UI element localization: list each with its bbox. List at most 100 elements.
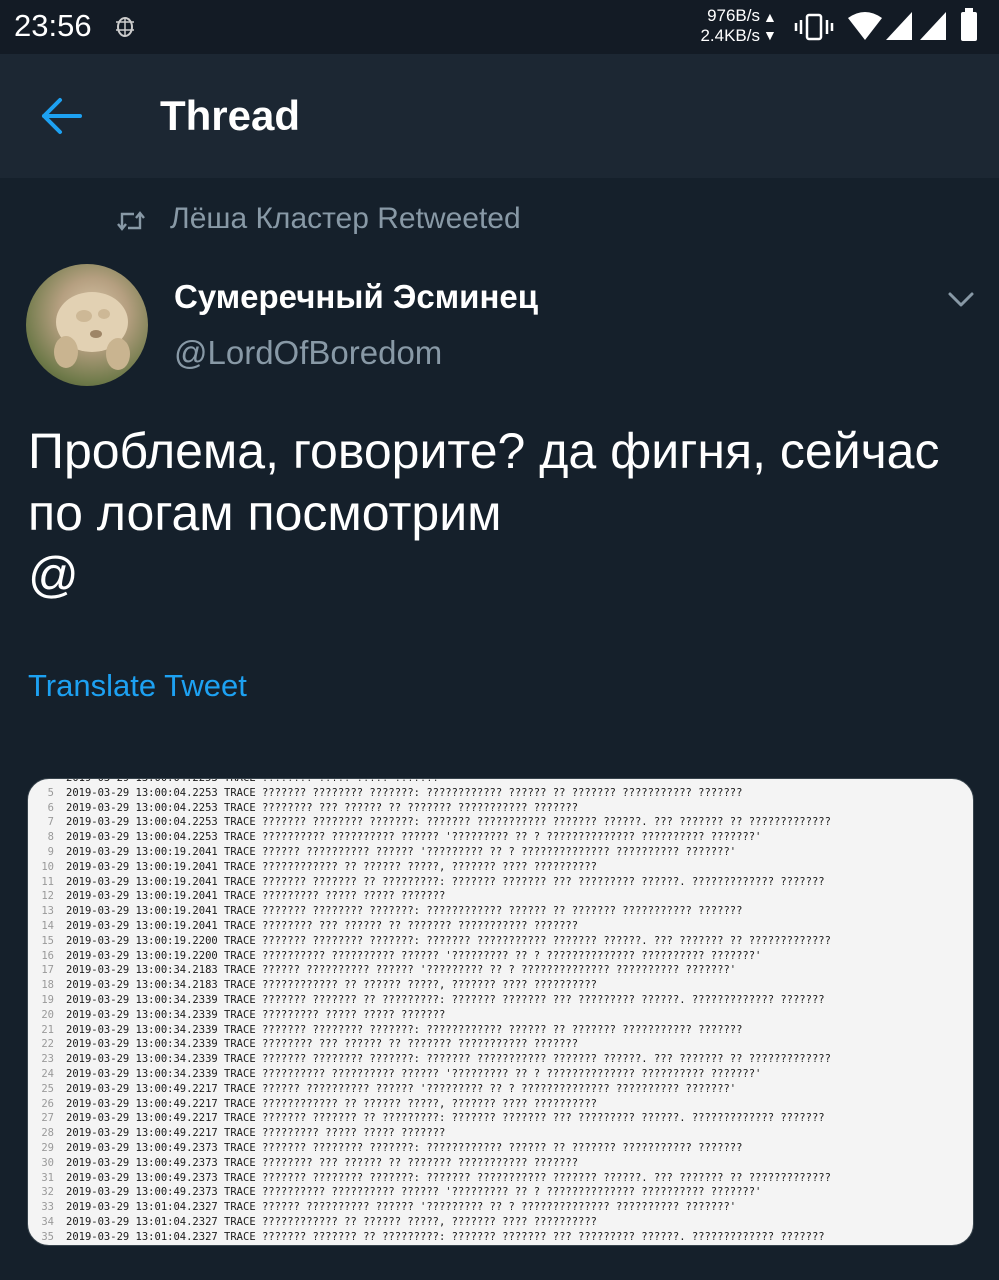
log-line-text: 2019-03-29 13:00:19.2041 TRACE ??????? ?… (66, 905, 743, 918)
log-line-text: 2019-03-29 13:01:04.2327 TRACE ?????????… (66, 1215, 598, 1228)
log-line-number: 13 (41, 905, 54, 918)
log-line: 21 2019-03-29 13:00:34.2339 TRACE ???????… (28, 1023, 973, 1038)
author-name[interactable]: Сумеречный Эсминец (174, 278, 538, 316)
log-line-number: 34 (41, 1215, 54, 1228)
log-line-number: 23 (41, 1053, 54, 1066)
log-line: 34 2019-03-29 13:01:04.2327 TRACE ???????… (28, 1215, 973, 1230)
log-line-text: 2019-03-29 13:00:19.2200 TRACE ?????????… (66, 949, 762, 962)
log-line-text: 2019-03-29 13:00:49.2373 TRACE ???????? … (66, 1156, 579, 1169)
retweet-icon (117, 211, 145, 231)
log-line-text: 2019-03-29 13:00:19.2200 TRACE ??????? ?… (66, 934, 831, 947)
log-line-number: 31 (41, 1171, 54, 1184)
log-line: 7 2019-03-29 13:00:04.2253 TRACE ??????? … (28, 815, 973, 830)
author-handle[interactable]: @LordOfBoredom (174, 334, 442, 372)
log-line: 29 2019-03-29 13:00:49.2373 TRACE ???????… (28, 1141, 973, 1156)
log-line-number (28, 779, 66, 786)
log-line: 5 2019-03-29 13:00:04.2253 TRACE ??????? … (28, 786, 973, 801)
log-line-number: 20 (41, 1008, 54, 1021)
log-line-number: 10 (41, 860, 54, 873)
log-line-text: 2019-03-29 13:00:49.2217 TRACE ?????????… (66, 1127, 446, 1140)
log-line-number: 15 (41, 934, 54, 947)
log-line-number: 27 (41, 1112, 54, 1125)
log-line-text: 2019-03-29 13:00:34.2183 TRACE ?????????… (66, 979, 598, 992)
log-line: 25 2019-03-29 13:00:49.2217 TRACE ?????? … (28, 1082, 973, 1097)
log-line-number: 33 (41, 1201, 54, 1214)
log-line-text: 2019-03-29 13:00:04.2253 TRACE ?????????… (66, 831, 762, 844)
log-line-text: 2019-03-29 13:00:19.2041 TRACE ???????? … (66, 919, 579, 932)
log-line-text: 2019-03-29 13:00:49.2373 TRACE ??????? ?… (66, 1141, 743, 1154)
log-line-text: 2019-03-29 13:00:34.2339 TRACE ???????? … (66, 1038, 579, 1051)
arrow-left-icon[interactable] (36, 92, 88, 140)
log-line-text: 2019-03-29 13:00:04.2253 TRACE ??????? ?… (66, 816, 831, 829)
signal-icon (886, 12, 912, 40)
chevron-down-icon[interactable] (940, 282, 982, 318)
log-line-number: 21 (41, 1023, 54, 1036)
log-line-number: 8 (47, 831, 54, 844)
log-line-text: 2019-03-29 13:00:19.2041 TRACE ??????? ?… (66, 875, 825, 888)
log-line-text: 2019-03-29 13:00:34.2339 TRACE ??????? ?… (66, 993, 825, 1006)
log-line-number: 29 (41, 1141, 54, 1154)
log-line: 15 2019-03-29 13:00:19.2200 TRACE ???????… (28, 934, 973, 949)
log-line-number: 7 (47, 816, 54, 829)
log-line: 27 2019-03-29 13:00:49.2217 TRACE ???????… (28, 1111, 973, 1126)
log-line: 2019-03-29 13:00:04.2253 TRACE ???????? … (28, 778, 973, 786)
log-line-text: 2019-03-29 13:00:19.2041 TRACE ?????????… (66, 890, 446, 903)
tardigrade-avatar-image (54, 292, 130, 370)
log-line-number: 22 (41, 1038, 54, 1051)
tweet-text-line: @ (28, 547, 79, 603)
log-line: 18 2019-03-29 13:00:34.2183 TRACE ???????… (28, 978, 973, 993)
transfer-arrows-icon: ▲ ▼ (763, 9, 777, 43)
log-line: 23 2019-03-29 13:00:34.2339 TRACE ???????… (28, 1052, 973, 1067)
log-line-text: 2019-03-29 13:00:49.2217 TRACE ?????? ??… (66, 1082, 737, 1095)
log-line-text: 2019-03-29 13:01:04.2327 TRACE ??????? ?… (66, 1230, 825, 1243)
wifi-icon (848, 12, 882, 40)
log-line-text: 2019-03-29 13:00:04.2253 TRACE ???????? … (66, 801, 579, 814)
log-line-number: 32 (41, 1186, 54, 1199)
thread-header: Thread (0, 54, 999, 178)
status-bar: 23:56 976B/s 2.4KB/s ▲ ▼ (0, 0, 999, 54)
log-line-number: 26 (41, 1097, 54, 1110)
tweet-text-line: по логам посмотрим (28, 485, 502, 541)
log-line-number: 11 (41, 875, 54, 888)
status-time: 23:56 (14, 8, 92, 43)
log-line-number: 16 (41, 949, 54, 962)
log-line: 10 2019-03-29 13:00:19.2041 TRACE ???????… (28, 860, 973, 875)
log-line-text: 2019-03-29 13:00:34.2183 TRACE ?????? ??… (66, 964, 737, 977)
log-line: 26 2019-03-29 13:00:49.2217 TRACE ???????… (28, 1097, 973, 1112)
avatar[interactable] (26, 264, 148, 386)
log-line-number: 35 (41, 1230, 54, 1243)
log-line: 30 2019-03-29 13:00:49.2373 TRACE ???????… (28, 1156, 973, 1171)
log-line-number: 5 (47, 786, 54, 799)
log-line: 19 2019-03-29 13:00:34.2339 TRACE ???????… (28, 993, 973, 1008)
log-line-number: 9 (47, 845, 54, 858)
log-line-number: 6 (47, 801, 54, 814)
log-line: 11 2019-03-29 13:00:19.2041 TRACE ???????… (28, 875, 973, 890)
retweeted-by-label[interactable]: Лёша Кластер Retweeted (170, 202, 521, 236)
log-line: 20 2019-03-29 13:00:34.2339 TRACE ???????… (28, 1008, 973, 1023)
log-line-number: 14 (41, 919, 54, 932)
notification-bug-icon (116, 17, 134, 37)
log-line: 31 2019-03-29 13:00:49.2373 TRACE ???????… (28, 1171, 973, 1186)
log-line: 33 2019-03-29 13:01:04.2327 TRACE ?????? … (28, 1200, 973, 1215)
log-line: 35 2019-03-29 13:01:04.2327 TRACE ???????… (28, 1230, 973, 1245)
log-line-number: 30 (41, 1156, 54, 1169)
log-line-number: 25 (41, 1082, 54, 1095)
log-line: 24 2019-03-29 13:00:34.2339 TRACE ???????… (28, 1067, 973, 1082)
page-title: Thread (160, 92, 301, 139)
log-line: 28 2019-03-29 13:00:49.2217 TRACE ???????… (28, 1126, 973, 1141)
log-line: 6 2019-03-29 13:00:04.2253 TRACE ????????… (28, 801, 973, 816)
log-line: 8 2019-03-29 13:00:04.2253 TRACE ????????… (28, 830, 973, 845)
log-line-text: 2019-03-29 13:00:49.2217 TRACE ?????????… (66, 1097, 598, 1110)
translate-tweet-link[interactable]: Translate Tweet (28, 668, 247, 704)
log-line-text: 2019-03-29 13:00:34.2339 TRACE ??????? ?… (66, 1023, 743, 1036)
log-line-number: 12 (41, 890, 54, 903)
log-line-text: 2019-03-29 13:00:49.2373 TRACE ??????? ?… (66, 1171, 831, 1184)
tweet-text-line: Проблема, говорите? да фигня, сейчас (28, 423, 940, 479)
log-line-number: 18 (41, 979, 54, 992)
log-line-text: 2019-03-29 13:00:04.2253 TRACE ???????? … (66, 778, 439, 784)
tweet-media-image[interactable]: 2019-03-29 13:00:04.2253 TRACE ???????? … (27, 778, 974, 1246)
log-line: 14 2019-03-29 13:00:19.2041 TRACE ???????… (28, 919, 973, 934)
signal-icon (920, 12, 946, 40)
log-line-text: 2019-03-29 13:00:19.2041 TRACE ?????? ??… (66, 845, 737, 858)
log-line-number: 28 (41, 1127, 54, 1140)
